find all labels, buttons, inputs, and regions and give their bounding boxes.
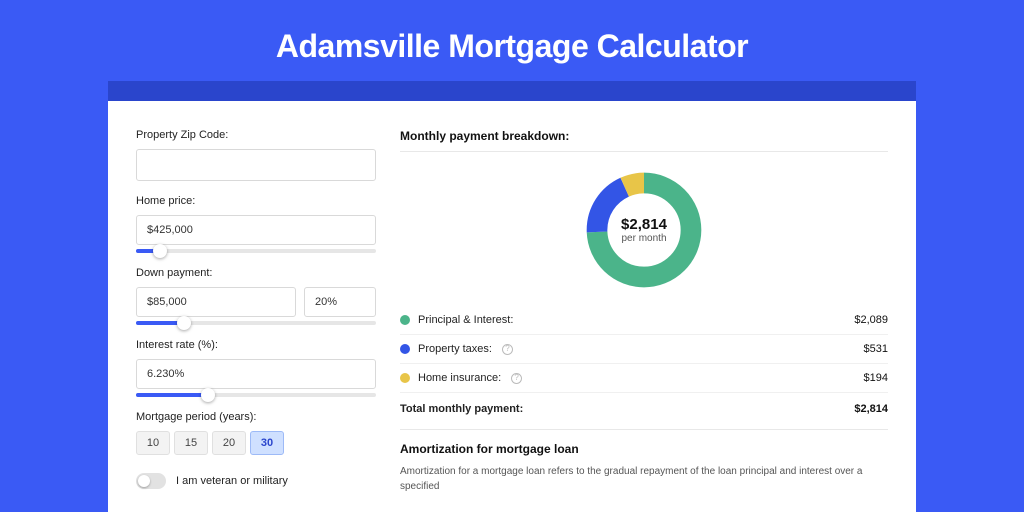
period-option-10[interactable]: 10 <box>136 431 170 455</box>
home-price-slider[interactable] <box>136 249 376 253</box>
home-price-label: Home price: <box>136 195 376 207</box>
mortgage-period-label: Mortgage period (years): <box>136 411 376 423</box>
down-payment-slider[interactable] <box>136 321 376 325</box>
home-price-input[interactable] <box>136 215 376 245</box>
donut-center: $2,814 per month <box>582 168 706 292</box>
form-column: Property Zip Code: Home price: Down paym… <box>136 129 376 512</box>
info-icon[interactable]: ? <box>511 373 522 384</box>
interest-rate-slider-fill <box>136 393 208 397</box>
breakdown-label-insurance: Home insurance: <box>418 372 501 384</box>
interest-rate-input[interactable] <box>136 359 376 389</box>
breakdown-row-total: Total monthly payment: $2,814 <box>400 393 888 429</box>
donut-wrap: $2,814 per month <box>400 156 888 306</box>
interest-rate-slider-thumb[interactable] <box>201 388 215 402</box>
breakdown-value-taxes: $531 <box>864 343 888 355</box>
hero: Adamsville Mortgage Calculator <box>0 0 1024 81</box>
breakdown-value-insurance: $194 <box>864 372 888 384</box>
breakdown-value-principal: $2,089 <box>854 314 888 326</box>
period-option-20[interactable]: 20 <box>212 431 246 455</box>
donut-center-amount: $2,814 <box>621 216 667 233</box>
zip-label: Property Zip Code: <box>136 129 376 141</box>
breakdown-row-insurance: Home insurance: ? $194 <box>400 364 888 393</box>
period-option-30[interactable]: 30 <box>250 431 284 455</box>
breakdown-value-total: $2,814 <box>854 403 888 415</box>
panel-shadow <box>108 81 916 101</box>
veteran-toggle[interactable] <box>136 473 166 489</box>
breakdown-title: Monthly payment breakdown: <box>400 129 888 151</box>
interest-rate-label: Interest rate (%): <box>136 339 376 351</box>
breakdown-row-principal: Principal & Interest: $2,089 <box>400 306 888 335</box>
veteran-toggle-row: I am veteran or military <box>136 473 376 489</box>
home-price-slider-thumb[interactable] <box>153 244 167 258</box>
calculator-panel: Property Zip Code: Home price: Down paym… <box>108 101 916 512</box>
amortization-text: Amortization for a mortgage loan refers … <box>400 464 888 494</box>
payment-donut-chart: $2,814 per month <box>582 168 706 292</box>
info-icon[interactable]: ? <box>502 344 513 355</box>
down-payment-label: Down payment: <box>136 267 376 279</box>
dot-icon-principal <box>400 315 410 325</box>
breakdown-label-principal: Principal & Interest: <box>418 314 513 326</box>
breakdown-column: Monthly payment breakdown: $2,814 per mo… <box>400 129 888 512</box>
donut-center-sub: per month <box>621 233 666 244</box>
page-title: Adamsville Mortgage Calculator <box>0 28 1024 65</box>
down-payment-slider-thumb[interactable] <box>177 316 191 330</box>
down-payment-percent-input[interactable] <box>304 287 376 317</box>
veteran-toggle-label: I am veteran or military <box>176 475 288 487</box>
dot-icon-taxes <box>400 344 410 354</box>
zip-input[interactable] <box>136 149 376 181</box>
breakdown-label-total: Total monthly payment: <box>400 403 523 415</box>
breakdown-row-taxes: Property taxes: ? $531 <box>400 335 888 364</box>
down-payment-input[interactable] <box>136 287 296 317</box>
amortization-title: Amortization for mortgage loan <box>400 429 888 464</box>
mortgage-period-group: 10 15 20 30 <box>136 431 376 455</box>
interest-rate-slider[interactable] <box>136 393 376 397</box>
breakdown-label-taxes: Property taxes: <box>418 343 492 355</box>
period-option-15[interactable]: 15 <box>174 431 208 455</box>
dot-icon-insurance <box>400 373 410 383</box>
divider <box>400 151 888 152</box>
